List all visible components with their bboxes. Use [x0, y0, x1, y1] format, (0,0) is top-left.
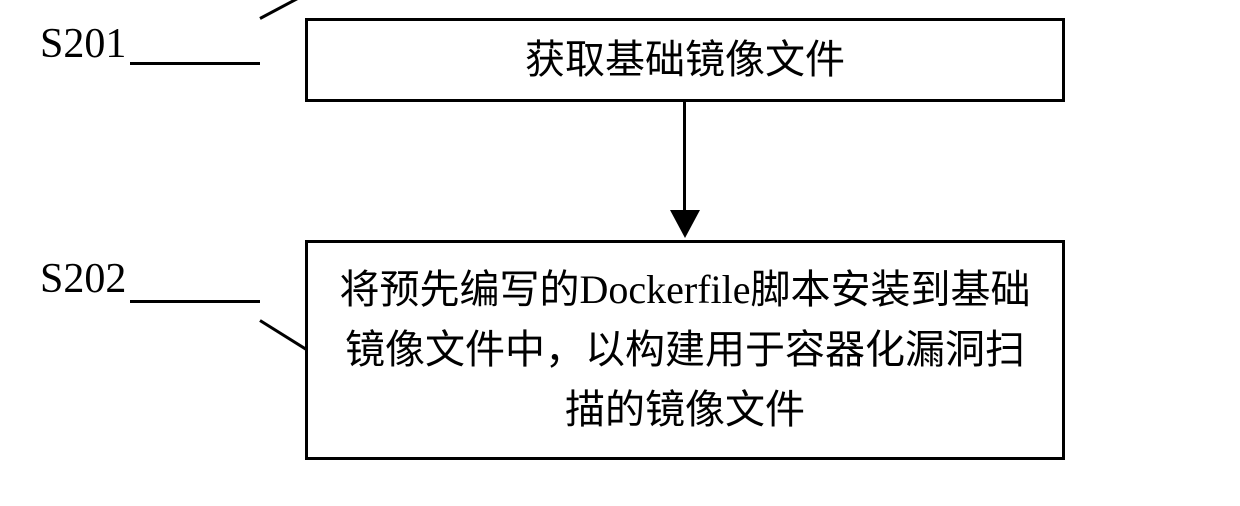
connector-line-s201 — [130, 62, 260, 65]
step-box-s202: 将预先编写的Dockerfile脚本安装到基础镜像文件中，以构建用于容器化漏洞扫… — [305, 240, 1065, 460]
step-text-s202: 将预先编写的Dockerfile脚本安装到基础镜像文件中，以构建用于容器化漏洞扫… — [328, 260, 1042, 440]
step-label-s202: S202 — [40, 255, 126, 303]
arrow-head-icon — [670, 210, 700, 238]
step-box-s201: 获取基础镜像文件 — [305, 18, 1065, 102]
flowchart-container: S201 获取基础镜像文件 S202 将预先编写的Dockerfile脚本安装到… — [0, 0, 1240, 506]
step-text-s201: 获取基础镜像文件 — [525, 30, 845, 90]
step-label-s201: S201 — [40, 20, 126, 68]
arrow-shaft — [683, 102, 686, 214]
connector-line-s202 — [130, 300, 260, 303]
